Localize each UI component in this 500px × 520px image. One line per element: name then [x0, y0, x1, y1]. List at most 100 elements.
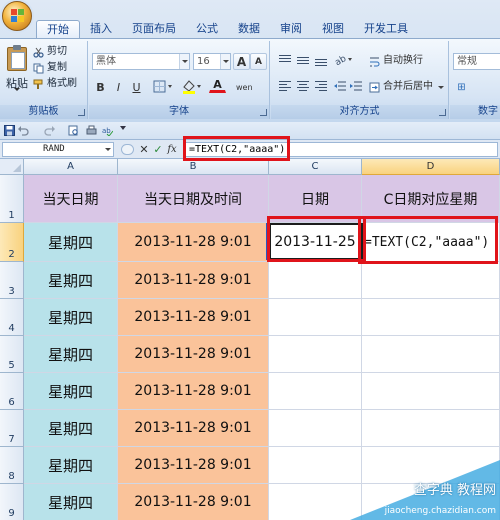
- cell-d6[interactable]: [362, 373, 500, 410]
- cell-d5[interactable]: [362, 336, 500, 373]
- name-box[interactable]: RAND: [2, 142, 114, 157]
- row-header-5[interactable]: 5: [0, 336, 24, 373]
- cell-a6[interactable]: 星期四: [24, 373, 118, 410]
- align-middle-icon[interactable]: [295, 53, 311, 67]
- row-header-7[interactable]: 7: [0, 410, 24, 447]
- row-header-9[interactable]: 9: [0, 484, 24, 520]
- alignment-launcher-icon[interactable]: [439, 109, 446, 116]
- cell-c8[interactable]: [269, 447, 362, 484]
- enter-formula-button[interactable]: ✓: [152, 142, 164, 157]
- cell-b5[interactable]: 2013-11-28 9:01: [118, 336, 269, 373]
- chevron-down-icon[interactable]: [179, 54, 189, 69]
- row-header-2[interactable]: 2: [0, 223, 24, 262]
- wrap-text-button[interactable]: 自动换行: [369, 54, 423, 68]
- grow-font-button[interactable]: A: [233, 53, 250, 70]
- align-right-icon[interactable]: [313, 79, 329, 93]
- cancel-formula-button[interactable]: ✕: [138, 142, 150, 157]
- cell-d4[interactable]: [362, 299, 500, 336]
- align-bottom-icon[interactable]: [313, 53, 329, 67]
- fill-color-icon[interactable]: [181, 79, 203, 94]
- row-header-8[interactable]: 8: [0, 447, 24, 484]
- insert-function-button[interactable]: fx: [166, 142, 178, 157]
- office-button[interactable]: [2, 1, 32, 31]
- increase-indent-icon[interactable]: [349, 79, 363, 93]
- customize-qat-icon[interactable]: [120, 126, 126, 130]
- merge-center-button[interactable]: 合并后居中: [369, 80, 444, 94]
- cell-a7[interactable]: 星期四: [24, 410, 118, 447]
- column-header-b[interactable]: B: [118, 159, 269, 175]
- tab-formulas[interactable]: 公式: [186, 20, 228, 38]
- column-header-d[interactable]: D: [362, 159, 500, 175]
- cell-c6[interactable]: [269, 373, 362, 410]
- cell-b9[interactable]: 2013-11-28 9:01: [118, 484, 269, 520]
- tab-home[interactable]: 开始: [36, 20, 80, 38]
- cell-a9[interactable]: 星期四: [24, 484, 118, 520]
- clipboard-launcher-icon[interactable]: [78, 109, 85, 116]
- cell-d3[interactable]: [362, 262, 500, 299]
- save-icon[interactable]: [4, 125, 15, 136]
- cell-c3[interactable]: [269, 262, 362, 299]
- cell-c5[interactable]: [269, 336, 362, 373]
- align-center-icon[interactable]: [295, 79, 311, 93]
- formula-bar-splitter[interactable]: [121, 144, 134, 155]
- format-painter-button[interactable]: 格式刷: [33, 77, 77, 91]
- cell-b2[interactable]: 2013-11-28 9:01: [118, 223, 269, 262]
- row-header-1[interactable]: 1: [0, 175, 24, 223]
- tab-page-layout[interactable]: 页面布局: [122, 20, 186, 38]
- cell-d9[interactable]: [362, 484, 500, 520]
- row-header-6[interactable]: 6: [0, 373, 24, 410]
- tab-review[interactable]: 审阅: [270, 20, 312, 38]
- cell-d7[interactable]: [362, 410, 500, 447]
- chevron-down-icon[interactable]: [438, 85, 444, 89]
- cell-a3[interactable]: 星期四: [24, 262, 118, 299]
- chevron-down-icon[interactable]: [220, 54, 230, 69]
- italic-button[interactable]: I: [110, 78, 127, 95]
- align-top-icon[interactable]: [277, 53, 293, 67]
- cell-a1[interactable]: 当天日期: [24, 175, 118, 223]
- number-format-combo[interactable]: 常规: [453, 53, 500, 70]
- row-header-3[interactable]: 3: [0, 262, 24, 299]
- decrease-indent-icon[interactable]: [333, 79, 347, 93]
- font-color-button[interactable]: A: [209, 77, 226, 93]
- copy-button[interactable]: 复制: [33, 61, 67, 75]
- align-left-icon[interactable]: [277, 79, 293, 93]
- tab-view[interactable]: 视图: [312, 20, 354, 38]
- cell-b4[interactable]: 2013-11-28 9:01: [118, 299, 269, 336]
- bold-button[interactable]: B: [92, 78, 109, 95]
- select-all-button[interactable]: [0, 159, 24, 175]
- cell-a5[interactable]: 星期四: [24, 336, 118, 373]
- column-header-a[interactable]: A: [24, 159, 118, 175]
- font-size-combo[interactable]: 16: [193, 53, 231, 70]
- cell-c9[interactable]: [269, 484, 362, 520]
- print-preview-icon[interactable]: [68, 125, 79, 136]
- cell-b8[interactable]: 2013-11-28 9:01: [118, 447, 269, 484]
- cell-c7[interactable]: [269, 410, 362, 447]
- currency-format-icon[interactable]: ⊞: [453, 78, 470, 95]
- cell-d8[interactable]: [362, 447, 500, 484]
- row-header-4[interactable]: 4: [0, 299, 24, 336]
- spelling-icon[interactable]: ab: [102, 125, 113, 136]
- cell-b1[interactable]: 当天日期及时间: [118, 175, 269, 223]
- paste-button[interactable]: 粘贴: [4, 45, 30, 91]
- tab-insert[interactable]: 插入: [80, 20, 122, 38]
- cell-c4[interactable]: [269, 299, 362, 336]
- shrink-font-button[interactable]: A: [250, 53, 267, 70]
- chevron-down-icon[interactable]: [103, 143, 113, 156]
- underline-button[interactable]: U: [128, 78, 145, 95]
- cell-b7[interactable]: 2013-11-28 9:01: [118, 410, 269, 447]
- font-name-combo[interactable]: 黑体: [92, 53, 190, 70]
- orientation-icon[interactable]: ab: [333, 53, 355, 67]
- cut-button[interactable]: 剪切: [33, 45, 67, 59]
- undo-icon[interactable]: [18, 125, 29, 136]
- cell-a2[interactable]: 星期四: [24, 223, 118, 262]
- tab-data[interactable]: 数据: [228, 20, 270, 38]
- cell-b6[interactable]: 2013-11-28 9:01: [118, 373, 269, 410]
- tab-developer[interactable]: 开发工具: [354, 20, 418, 38]
- cell-a8[interactable]: 星期四: [24, 447, 118, 484]
- borders-icon[interactable]: [153, 80, 173, 93]
- cell-a4[interactable]: 星期四: [24, 299, 118, 336]
- quick-print-icon[interactable]: [86, 125, 97, 136]
- redo-icon[interactable]: [44, 125, 55, 136]
- column-header-c[interactable]: C: [269, 159, 362, 175]
- cell-b3[interactable]: 2013-11-28 9:01: [118, 262, 269, 299]
